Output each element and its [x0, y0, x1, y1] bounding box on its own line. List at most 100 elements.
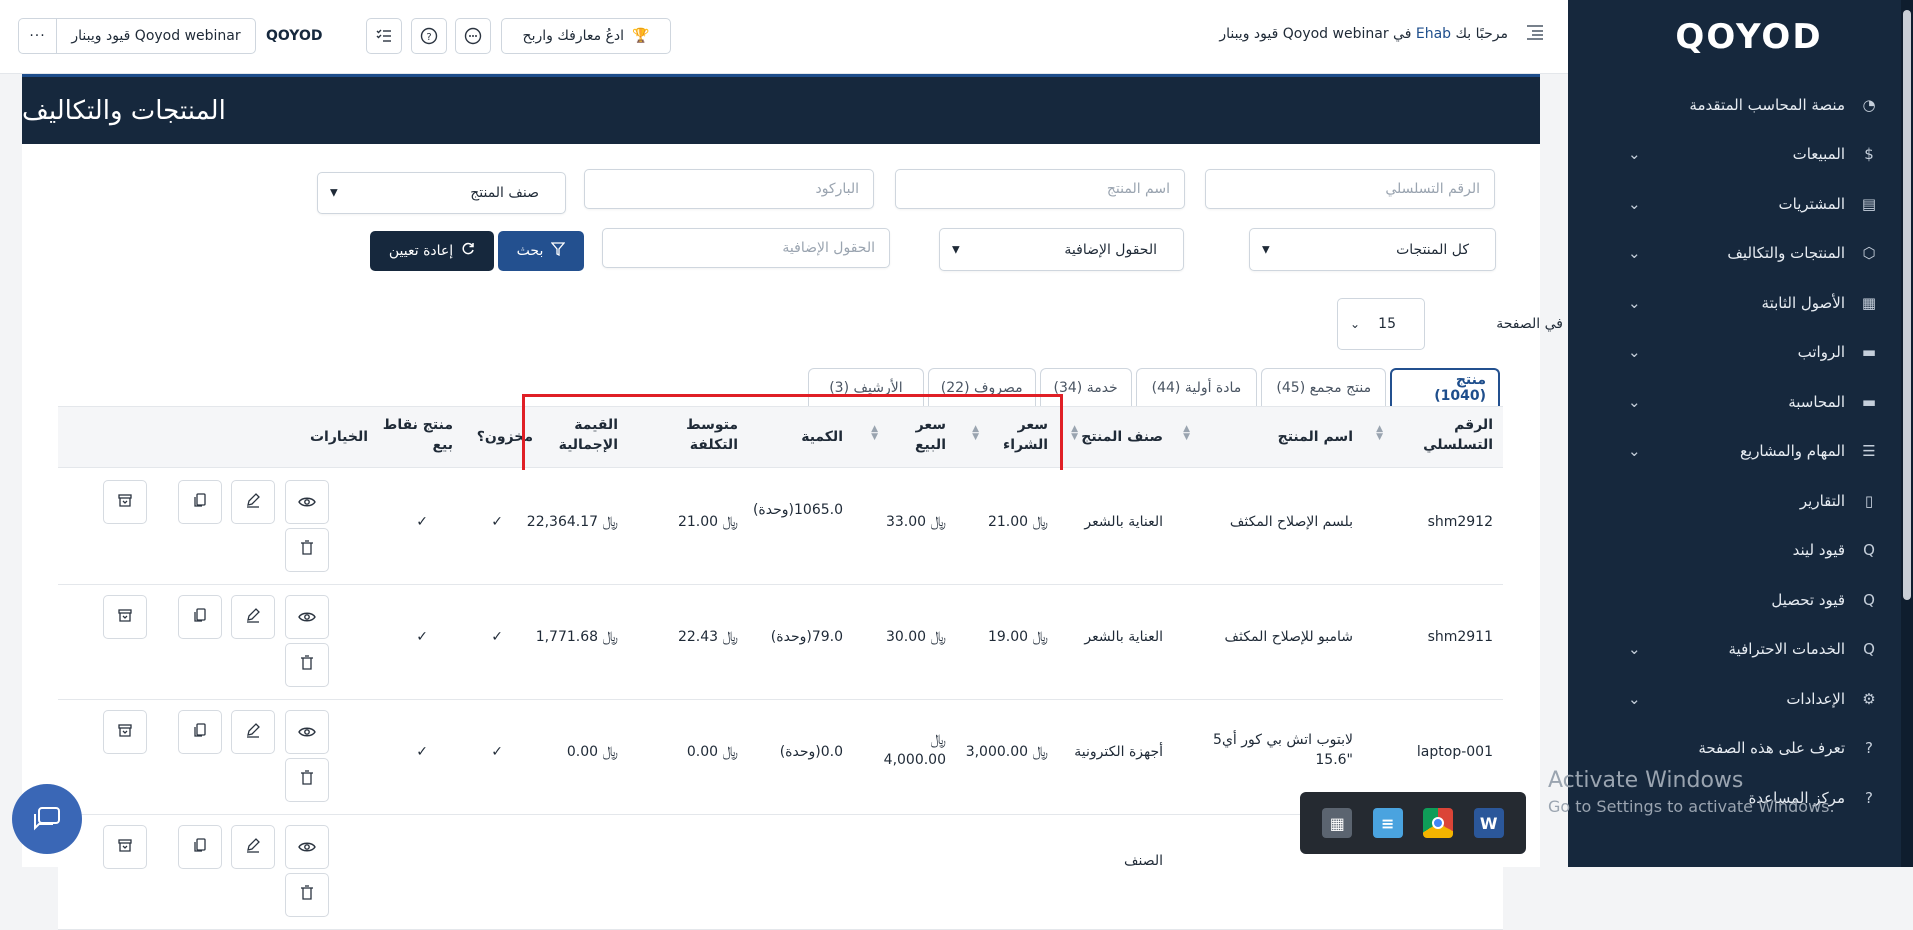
edit-button[interactable] [231, 480, 275, 524]
checklist-icon[interactable] [366, 18, 402, 54]
sidebar-item[interactable]: ▯ التقارير [1568, 476, 1913, 526]
scrollbar-thumb[interactable] [1903, 10, 1911, 600]
cell-buy-price: ﷼ 21.00 [987, 514, 1048, 530]
sort-icon[interactable]: ▲ ▼ [1071, 425, 1078, 442]
archive-button[interactable] [103, 710, 147, 754]
menu-toggle-icon[interactable] [1526, 24, 1544, 44]
cell-product-name[interactable]: شامبو للإصلاح المكثف [1183, 627, 1353, 647]
tab[interactable]: مادة أولية (44) [1135, 368, 1258, 406]
chat-bubble-icon [34, 807, 60, 831]
cell-category: الصنف [1123, 853, 1163, 869]
sidebar-item[interactable]: ▬ الرواتب ⌄ [1568, 328, 1913, 378]
search-label: بحث [516, 243, 544, 259]
sidebar-item[interactable]: ☰ المهام والمشاريع ⌄ [1568, 427, 1913, 477]
sidebar-item-label: الأصول الثابتة [1761, 293, 1845, 312]
clipboard-icon: ▤ [1861, 194, 1877, 213]
delete-button[interactable] [285, 643, 329, 687]
cell-pos-check: ✓ [416, 744, 428, 760]
tab[interactable]: منتج مجمع (45) [1261, 368, 1387, 406]
view-button[interactable] [285, 480, 329, 524]
delete-button[interactable] [285, 758, 329, 802]
serial-field[interactable]: الرقم التسلسلي [1205, 169, 1495, 209]
sidebar-scrollbar[interactable] [1901, 0, 1913, 867]
table-row[interactable]: shm2911 شامبو للإصلاح المكثف العناية بال… [58, 585, 1503, 700]
folder-icon: ▬ [1861, 392, 1877, 411]
th-name[interactable]: اسم المنتج [1223, 427, 1353, 447]
edit-button[interactable] [231, 825, 275, 869]
gear-icon: ⚙ [1862, 689, 1876, 708]
sort-icon[interactable]: ▲ ▼ [1376, 425, 1383, 442]
company-switcher[interactable]: ··· Qoyod webinar قيود ويبنار [18, 18, 256, 54]
chevron-down-icon: ⌄ [1628, 689, 1641, 708]
sidebar-item[interactable]: ◔ منصة المحاسب المتقدمة [1568, 80, 1913, 130]
duplicate-button[interactable] [178, 710, 222, 754]
edit-button[interactable] [231, 710, 275, 754]
view-button[interactable] [285, 595, 329, 639]
more-icon[interactable]: ··· [19, 19, 57, 53]
dashboard-icon: ◔ [1862, 95, 1876, 114]
th-serial[interactable]: الرقم التسلسلي [1413, 415, 1493, 455]
sidebar-item[interactable]: ▤ المشتريات ⌄ [1568, 179, 1913, 229]
cell-pos-check: ✓ [416, 629, 428, 645]
archive-button[interactable] [103, 595, 147, 639]
word-icon[interactable]: W [1473, 808, 1504, 838]
cell-product-name[interactable]: لابتوب اتش بي كور أي5 "15.6 [1183, 730, 1353, 770]
chat-icon[interactable] [455, 18, 491, 54]
sidebar-item[interactable]: ⬡ المنتجات والتكاليف ⌄ [1568, 229, 1913, 279]
sidebar-item[interactable]: ▬ المحاسبة ⌄ [1568, 377, 1913, 427]
notepad-icon[interactable]: ≡ [1372, 808, 1403, 838]
duplicate-button[interactable] [178, 595, 222, 639]
cell-category: العناية بالشعر [1084, 514, 1163, 530]
sidebar-item-label: الخدمات الاحترافية [1728, 640, 1846, 659]
chevron-down-icon: ⌄ [1628, 194, 1641, 213]
search-button[interactable]: بحث [498, 231, 584, 271]
qoyod-logo[interactable]: QOYOD [1659, 14, 1839, 60]
eye-icon [298, 723, 316, 742]
sidebar-item[interactable]: Q قيود ليند [1568, 526, 1913, 576]
calculator-icon[interactable]: ▦ [1322, 808, 1353, 838]
cell-total-value: ﷼ 0.00 [566, 744, 618, 760]
reset-button[interactable]: إعادة تعيين [370, 231, 494, 271]
edit-button[interactable] [231, 595, 275, 639]
product-name-field[interactable]: اسم المنتج [895, 169, 1185, 209]
tab[interactable]: منتج (1040) [1390, 368, 1500, 406]
cell-category: أجهزة الكترونية [1074, 744, 1163, 760]
sidebar-item-label: المنتجات والتكاليف [1727, 244, 1845, 263]
delete-button[interactable] [285, 873, 329, 917]
sidebar-item[interactable]: $ المبيعات ⌄ [1568, 130, 1913, 180]
duplicate-button[interactable] [178, 825, 222, 869]
help-icon[interactable]: ? [411, 18, 447, 54]
extra-fields-select[interactable]: الحقول الإضافية ▼ [939, 228, 1184, 271]
th-category[interactable]: صنف المنتج [1063, 427, 1163, 447]
sort-icon[interactable]: ▲ ▼ [1183, 425, 1190, 442]
currency-symbol: ﷼ [602, 629, 619, 645]
delete-button[interactable] [285, 528, 329, 572]
view-button[interactable] [285, 710, 329, 754]
sidebar-item[interactable]: ▦ الأصول الثابتة ⌄ [1568, 278, 1913, 328]
duplicate-button[interactable] [178, 480, 222, 524]
table-row[interactable]: laptop-001 لابتوب اتش بي كور أي5 "15.6 أ… [58, 700, 1503, 815]
table-row[interactable]: shm2912 بلسم الإصلاح المكثف العناية بالش… [58, 470, 1503, 585]
cell-avg-cost: ﷼ 21.00 [677, 514, 738, 530]
archive-button[interactable] [103, 825, 147, 869]
extra-fields-input[interactable]: الحقول الإضافية [602, 228, 890, 268]
cell-buy-price: ﷼ 3,000.00 [965, 744, 1048, 760]
invite-button[interactable]: 🏆 ادعُ معارفك واربح [501, 18, 671, 54]
welcome-suffix: في Qoyod webinar قيود ويبنار [1219, 26, 1412, 42]
cell-sell-price: ﷼ 30.00 [885, 629, 946, 645]
per-page-select[interactable]: 15 ⌄ [1337, 298, 1425, 350]
support-chat-button[interactable] [12, 784, 82, 854]
category-select[interactable]: صنف المنتج ▼ [317, 172, 566, 214]
cell-product-name[interactable]: بلسم الإصلاح المكثف [1183, 512, 1353, 532]
sidebar-item[interactable]: ⚙ الإعدادات ⌄ [1568, 674, 1913, 724]
archive-button[interactable] [103, 480, 147, 524]
sidebar-item[interactable]: ? تعرف على هذه الصفحة [1568, 724, 1913, 774]
chrome-icon[interactable] [1423, 808, 1454, 838]
sidebar-item[interactable]: Q الخدمات الاحترافية ⌄ [1568, 625, 1913, 675]
view-button[interactable] [285, 825, 329, 869]
company-logo: QOYOD [266, 28, 323, 44]
barcode-field[interactable]: الباركود [584, 169, 874, 209]
table-row[interactable]: الصنف [58, 815, 1503, 930]
sidebar-item[interactable]: Q قيود تحصيل [1568, 575, 1913, 625]
all-products-select[interactable]: كل المنتجات ▼ [1249, 228, 1496, 271]
